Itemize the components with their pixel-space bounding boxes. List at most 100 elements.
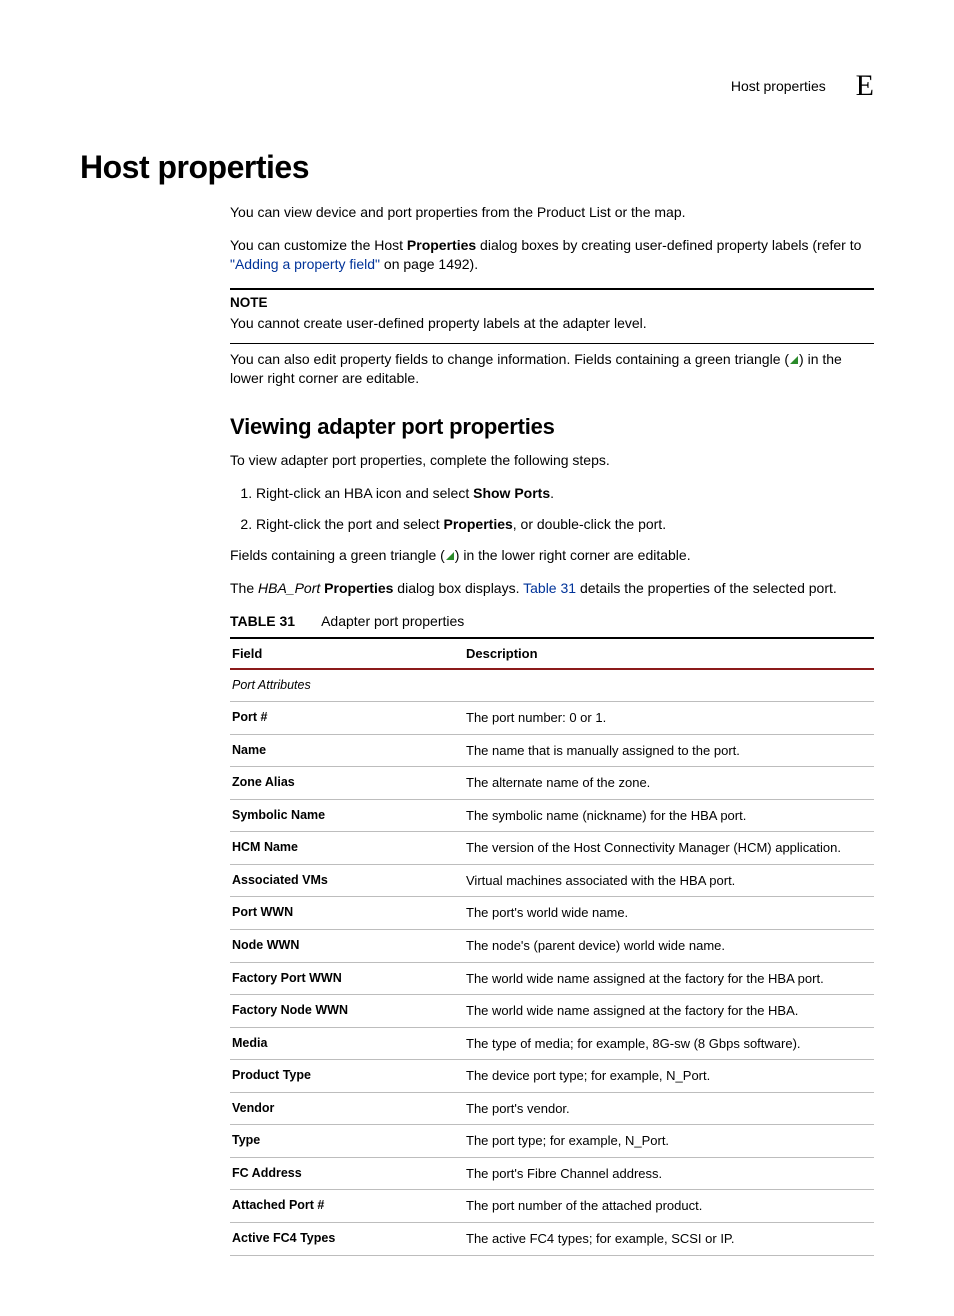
rule-top <box>230 288 874 290</box>
text: Fields containing a green triangle ( <box>230 547 445 563</box>
cell-description: The node's (parent device) world wide na… <box>464 930 874 963</box>
text: , or double-click the port. <box>513 516 666 532</box>
cell-description: The world wide name assigned at the fact… <box>464 962 874 995</box>
text: dialog boxes by creating user-defined pr… <box>476 237 861 253</box>
cell-field: Factory Node WWN <box>230 995 464 1028</box>
cell-field: Port WWN <box>230 897 464 930</box>
green-triangle-icon <box>446 552 454 560</box>
note-text: You cannot create user-defined property … <box>230 314 874 333</box>
table-row: Active FC4 TypesThe active FC4 types; fo… <box>230 1222 874 1255</box>
subsection-intro: To view adapter port properties, complet… <box>230 451 874 470</box>
cell-field: FC Address <box>230 1157 464 1190</box>
page: Host properties E Host properties You ca… <box>0 0 954 1316</box>
table-row: VendorThe port's vendor. <box>230 1092 874 1125</box>
text: You can also edit property fields to cha… <box>230 351 789 367</box>
cell-description: The port number of the attached product. <box>464 1190 874 1223</box>
subsection-title: Viewing adapter port properties <box>230 412 874 442</box>
table-row: Symbolic NameThe symbolic name (nickname… <box>230 799 874 832</box>
section-title: Host properties <box>80 146 874 189</box>
cell-field: Active FC4 Types <box>230 1222 464 1255</box>
cell-field: Port # <box>230 702 464 735</box>
link-table-31[interactable]: Table 31 <box>523 580 576 596</box>
running-header-text: Host properties <box>731 77 826 96</box>
col-field: Field <box>230 638 464 670</box>
table-row: Port #The port number: 0 or 1. <box>230 702 874 735</box>
cell-description: The world wide name assigned at the fact… <box>464 995 874 1028</box>
green-triangle-icon <box>790 356 798 364</box>
text: details the properties of the selected p… <box>576 580 837 596</box>
cell-description: Virtual machines associated with the HBA… <box>464 864 874 897</box>
cell-description: The port's Fibre Channel address. <box>464 1157 874 1190</box>
table-row: NameThe name that is manually assigned t… <box>230 734 874 767</box>
text: dialog box displays. <box>393 580 523 596</box>
rule-bottom <box>230 343 874 344</box>
cell-field: Media <box>230 1027 464 1060</box>
cell-description: The version of the Host Connectivity Man… <box>464 832 874 865</box>
table-caption: TABLE 31 Adapter port properties <box>230 612 874 631</box>
dialog-box-paragraph: The HBA_Port Properties dialog box displ… <box>230 579 874 598</box>
cell-description: The active FC4 types; for example, SCSI … <box>464 1222 874 1255</box>
text: Right-click the port and select <box>256 516 444 532</box>
cell-description: The alternate name of the zone. <box>464 767 874 800</box>
table-row: Port WWNThe port's world wide name. <box>230 897 874 930</box>
step-1: Right-click an HBA icon and select Show … <box>256 484 874 503</box>
body: You can view device and port properties … <box>230 203 874 1255</box>
cell-field: Product Type <box>230 1060 464 1093</box>
steps-list: Right-click an HBA icon and select Show … <box>230 484 874 534</box>
note-label: NOTE <box>230 294 874 312</box>
cell-field: Attached Port # <box>230 1190 464 1223</box>
text: ) in the lower right corner are editable… <box>455 547 691 563</box>
table-group-label: Port Attributes <box>230 669 874 701</box>
cell-field: Vendor <box>230 1092 464 1125</box>
cell-description: The device port type; for example, N_Por… <box>464 1060 874 1093</box>
cell-description: The type of media; for example, 8G-sw (8… <box>464 1027 874 1060</box>
cell-field: Associated VMs <box>230 864 464 897</box>
properties-label: Properties <box>444 516 513 532</box>
paragraph-editable-info: You can also edit property fields to cha… <box>230 350 874 388</box>
table-row: Associated VMsVirtual machines associate… <box>230 864 874 897</box>
running-header: Host properties E <box>731 66 874 107</box>
cell-description: The symbolic name (nickname) for the HBA… <box>464 799 874 832</box>
cell-description: The port's world wide name. <box>464 897 874 930</box>
cell-description: The name that is manually assigned to th… <box>464 734 874 767</box>
hba-port-italic: HBA_Port <box>258 580 320 596</box>
cell-description: The port type; for example, N_Port. <box>464 1125 874 1158</box>
cell-description: The port number: 0 or 1. <box>464 702 874 735</box>
properties-word: Properties <box>407 237 476 253</box>
cell-field: Type <box>230 1125 464 1158</box>
table-header-row: Field Description <box>230 638 874 670</box>
table-title: Adapter port properties <box>321 613 464 629</box>
text: Right-click an HBA icon and select <box>256 485 473 501</box>
cell-field: Zone Alias <box>230 767 464 800</box>
intro-paragraph-2: You can customize the Host Properties di… <box>230 236 874 274</box>
cell-field: Symbolic Name <box>230 799 464 832</box>
fields-editable-note: Fields containing a green triangle ( ) in… <box>230 546 874 565</box>
table-row: HCM NameThe version of the Host Connecti… <box>230 832 874 865</box>
table-row: MediaThe type of media; for example, 8G-… <box>230 1027 874 1060</box>
table-row: Factory Port WWNThe world wide name assi… <box>230 962 874 995</box>
table-row: FC AddressThe port's Fibre Channel addre… <box>230 1157 874 1190</box>
table-number: TABLE 31 <box>230 613 295 629</box>
col-description: Description <box>464 638 874 670</box>
link-adding-property-field[interactable]: "Adding a property field" <box>230 256 380 272</box>
intro-paragraph-1: You can view device and port properties … <box>230 203 874 222</box>
text: . <box>550 485 554 501</box>
cell-field: HCM Name <box>230 832 464 865</box>
table-row: Attached Port #The port number of the at… <box>230 1190 874 1223</box>
text: You can customize the Host <box>230 237 407 253</box>
step-2: Right-click the port and select Properti… <box>256 515 874 534</box>
appendix-letter: E <box>856 66 874 107</box>
text: The <box>230 580 258 596</box>
table-row: Factory Node WWNThe world wide name assi… <box>230 995 874 1028</box>
show-ports-label: Show Ports <box>473 485 550 501</box>
cell-field: Name <box>230 734 464 767</box>
text: on page 1492). <box>380 256 478 272</box>
table-row: TypeThe port type; for example, N_Port. <box>230 1125 874 1158</box>
cell-description: The port's vendor. <box>464 1092 874 1125</box>
cell-field: Node WWN <box>230 930 464 963</box>
properties-bold: Properties <box>324 580 393 596</box>
table-row: Product TypeThe device port type; for ex… <box>230 1060 874 1093</box>
table-row: Zone AliasThe alternate name of the zone… <box>230 767 874 800</box>
table-group-row: Port Attributes <box>230 669 874 701</box>
cell-field: Factory Port WWN <box>230 962 464 995</box>
